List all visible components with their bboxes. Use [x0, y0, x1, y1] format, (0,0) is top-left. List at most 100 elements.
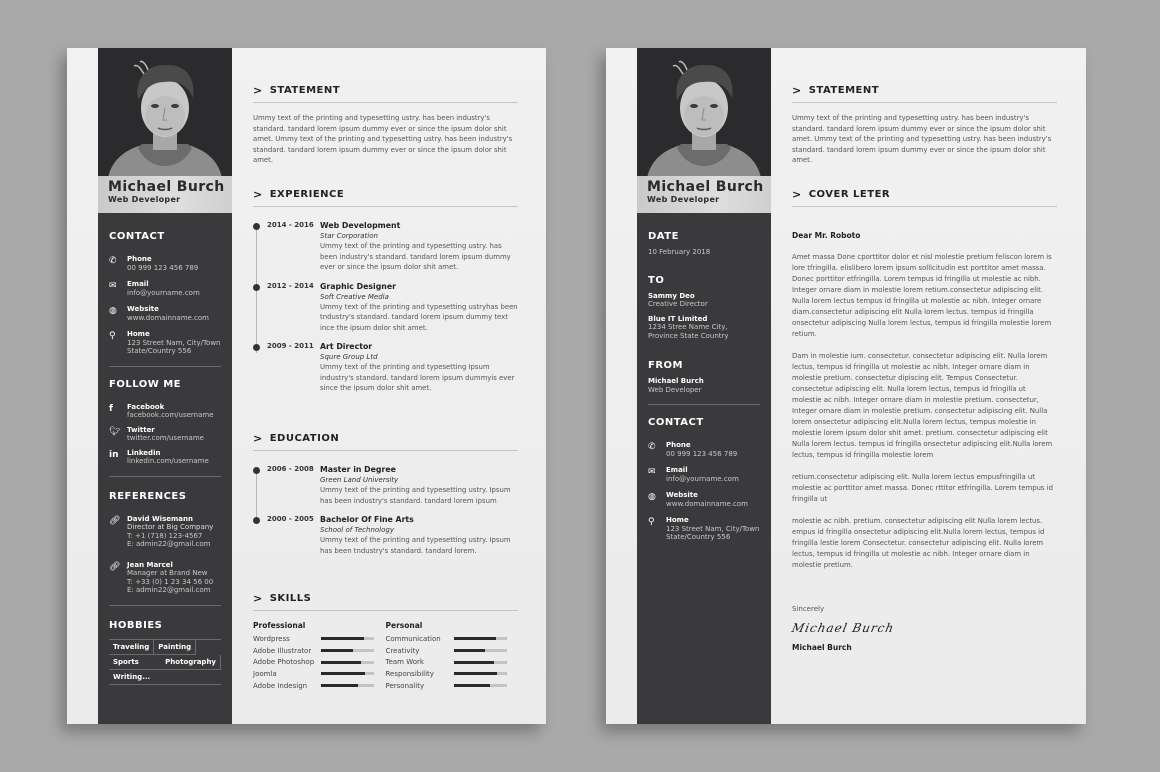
- to-heading: TO: [648, 274, 665, 286]
- skill-level-fill: [321, 672, 365, 676]
- letter-closing: Sincerely: [792, 605, 825, 613]
- education-title: Bachelor Of Fine Arts: [320, 515, 414, 524]
- skill-row: Adobe Illustrator: [253, 645, 386, 657]
- contact-label: Email: [127, 280, 149, 288]
- contact-value: State/Country 556: [127, 347, 192, 355]
- education-title: Master in Degree: [320, 465, 396, 474]
- letter-paragraph: molestie ac nibh. pretium. consectetur a…: [792, 517, 1045, 569]
- skill-name: Responsibility: [385, 669, 434, 678]
- section-title: EDUCATION: [269, 433, 340, 444]
- experience-org: Star Corporation: [320, 232, 378, 240]
- experience-dates: 2012 - 2014: [267, 281, 314, 290]
- skill-row: Personality: [386, 680, 519, 692]
- section-heading-statement: > STATEMENT: [792, 84, 1057, 103]
- skill-level-fill: [453, 637, 497, 641]
- skill-level-bar: [453, 637, 507, 641]
- section-heading-education: > EDUCATION: [253, 432, 518, 451]
- letter-paragraph: Amet massa Done cporttitor dolor et nisl…: [792, 253, 1052, 338]
- experience-item: 2012 - 2014 Graphic Designer Soft Creativ…: [253, 281, 518, 334]
- experience-dates: 2009 - 2011: [267, 342, 314, 350]
- section-title: STATEMENT: [808, 85, 880, 96]
- recipient-address: Province State Country: [648, 331, 729, 340]
- experience-desc: Ummy text of the printing and typesettin…: [320, 363, 515, 392]
- reference-item: 🔗︎ David Wisemann Director at Big Company…: [109, 515, 221, 549]
- social-facebook[interactable]: f Facebook facebook.com/username: [109, 403, 221, 420]
- candidate-name: Michael Burch: [108, 179, 225, 195]
- experience-org: Squre Group Ltd: [320, 353, 378, 361]
- skill-name: Joomla: [253, 669, 277, 678]
- contact-value: State/Country 556: [666, 533, 731, 541]
- skill-level-fill: [453, 649, 486, 653]
- candidate-role: Web Developer: [108, 195, 181, 204]
- sender-role: Web Developer: [647, 195, 720, 204]
- sender-name: Michael Burch: [648, 377, 704, 385]
- skill-row: Team Work: [386, 656, 519, 668]
- hobby-tag: Photography: [161, 654, 221, 670]
- link-icon: 🔗︎: [109, 515, 121, 526]
- profile-photo: [637, 48, 771, 178]
- contact-phone: ✆ Phone 00 999 123 456 789: [109, 255, 221, 272]
- education-item: 2000 - 2005 Bachelor Of Fine Arts School …: [253, 515, 518, 556]
- skill-level-fill: [453, 672, 498, 676]
- experience-org: Soft Creative Media: [320, 292, 389, 301]
- hobby-tag: Painting: [154, 639, 197, 655]
- name-banner: Michael Burch Web Developer: [637, 176, 771, 213]
- reference-position: Director at Big Company: [127, 523, 214, 531]
- skill-row: Joomla: [253, 668, 386, 680]
- date-heading: DATE: [648, 231, 679, 242]
- skill-level-fill: [321, 637, 364, 641]
- social-twitter[interactable]: 🐦︎ Twitter twitter.com/username: [109, 426, 221, 443]
- contact-label: Home: [127, 330, 150, 338]
- skill-level-fill: [453, 684, 491, 688]
- experience-desc: Ummy text of the printing and typesettin…: [320, 242, 511, 271]
- resume-sidebar: Michael Burch Web Developer CONTACT ✆ Ph…: [98, 48, 232, 724]
- contact-heading: CONTACT: [648, 417, 704, 428]
- hobbies-heading: HOBBIES: [109, 619, 163, 631]
- skill-level-bar: [321, 637, 374, 641]
- skill-name: Communication: [385, 634, 441, 643]
- statement-text: Ummy text of the printing and typesettin…: [253, 114, 513, 164]
- twitter-icon: 🐦︎: [109, 426, 121, 437]
- recipient-address: 1234 Stree Name City,: [648, 323, 728, 331]
- social-linkedin[interactable]: in Linkedin linkedin.com/username: [109, 449, 221, 466]
- skill-row: Adobe Indesign: [253, 680, 386, 692]
- sender-name: Michael Burch: [647, 179, 764, 195]
- contact-label: Website: [666, 491, 698, 499]
- hobby-tag: Traveling: [109, 639, 155, 655]
- phone-icon: ✆: [109, 256, 117, 266]
- section-heading-skills: > SKILLS: [253, 592, 518, 611]
- chevron-right-icon: >: [792, 188, 802, 201]
- section-heading-experience: > EXPERIENCE: [253, 188, 518, 207]
- recipient-name: Sammy Deo: [648, 291, 695, 300]
- name-banner: Michael Burch Web Developer: [98, 176, 232, 213]
- education-dates: 2006 - 2008: [267, 465, 314, 473]
- skill-name: Creativity: [385, 646, 420, 655]
- reference-name: Jean Marcel: [127, 560, 173, 569]
- contact-value[interactable]: www.domainname.com: [127, 314, 209, 323]
- skill-row: Creativity: [386, 645, 519, 657]
- contact-label: Website: [127, 305, 159, 313]
- contact-email: ✉ Email info@yourname.com: [648, 466, 760, 483]
- skill-level-fill: [453, 660, 494, 664]
- contact-value[interactable]: info@yourname.com: [666, 475, 739, 484]
- skill-row: Communication: [386, 633, 519, 645]
- section-heading-cover-letter: > COVER LETER: [792, 188, 1057, 207]
- timeline-line: [256, 469, 257, 524]
- cover-letter-page: Michael Burch Web Developer DATE 10 Febr…: [606, 48, 1086, 724]
- skill-row: Responsibility: [386, 668, 519, 680]
- divider: [648, 404, 760, 405]
- profile-photo: [98, 48, 232, 178]
- hobby-tag: Sports: [109, 655, 162, 670]
- skill-level-bar: [453, 649, 507, 653]
- contact-home: ⚲ Home 123 Street Nam, City/Town State/Cou…: [109, 330, 221, 356]
- education-timeline: 2006 - 2008 Master in Degree Green Land U…: [253, 465, 518, 556]
- map-pin-icon: ⚲: [648, 517, 655, 527]
- contact-value[interactable]: www.domainname.com: [666, 500, 748, 509]
- chevron-right-icon: >: [253, 188, 263, 201]
- contact-value: 123 Street Nam, City/Town: [127, 338, 221, 347]
- divider: [109, 604, 221, 606]
- contact-value[interactable]: info@yourname.com: [127, 289, 200, 298]
- skills-section: Professional Wordpress Adobe Illustrator A…: [253, 621, 518, 691]
- skill-level-bar: [321, 684, 374, 688]
- skills-personal: Personal Communication Creativity Team Wor…: [386, 621, 519, 691]
